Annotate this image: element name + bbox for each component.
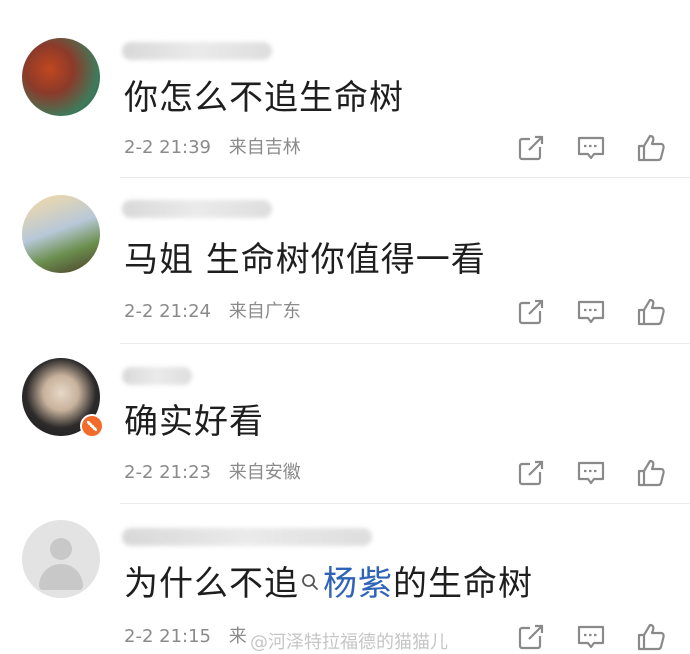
comment-actions	[516, 133, 668, 165]
share-icon[interactable]	[516, 458, 546, 488]
like-icon[interactable]	[636, 458, 666, 488]
verified-badge-icon	[80, 414, 104, 438]
like-icon[interactable]	[636, 622, 666, 652]
comment-time: 2-2 21:39	[124, 137, 211, 158]
comment-meta: 2-2 21:24 来自广东	[124, 301, 301, 323]
divider	[120, 177, 690, 178]
default-avatar-icon	[50, 538, 72, 560]
comment-actions	[516, 297, 668, 329]
comment-location: 来自广东	[228, 301, 301, 322]
comment-text-after: 的生命树	[393, 564, 533, 604]
comment-text: 确实好看	[124, 402, 264, 442]
comment-text: 你怎么不追生命树	[124, 78, 404, 118]
comment-reply-icon[interactable]	[576, 622, 606, 652]
like-icon[interactable]	[636, 133, 666, 163]
comment-time: 2-2 21:23	[124, 462, 211, 483]
comment-location: 来自吉林	[228, 137, 301, 158]
comment-text-before: 为什么不追	[124, 564, 299, 604]
topic-link[interactable]: 杨紫	[323, 564, 393, 604]
like-icon[interactable]	[636, 297, 666, 327]
share-icon[interactable]	[516, 297, 546, 327]
comment-actions	[516, 622, 668, 654]
username-blurred[interactable]	[122, 367, 192, 385]
comment-actions	[516, 458, 668, 490]
share-icon[interactable]	[516, 133, 546, 163]
comment-text: 马姐 生命树你值得一看	[124, 240, 486, 280]
username-blurred[interactable]	[122, 200, 272, 218]
comment-reply-icon[interactable]	[576, 458, 606, 488]
divider	[120, 343, 690, 344]
search-icon	[302, 573, 318, 590]
watermark: @河泽特拉福德的猫猫儿	[250, 632, 448, 653]
comment-meta: 2-2 21:23 来自安徽	[124, 462, 301, 484]
comment-meta: 2-2 21:39 来自吉林	[124, 137, 301, 159]
comment-location: 来	[228, 626, 247, 647]
user-avatar[interactable]	[22, 195, 100, 273]
divider	[120, 503, 690, 504]
comment-reply-icon[interactable]	[576, 133, 606, 163]
user-avatar[interactable]	[22, 38, 100, 116]
comment-text: 为什么不追 杨紫的生命树	[124, 564, 533, 604]
user-avatar-default[interactable]	[22, 520, 100, 598]
username-blurred[interactable]	[122, 42, 272, 60]
username-blurred[interactable]	[122, 528, 372, 546]
comment-meta: 2-2 21:15 来	[124, 626, 247, 648]
comment-location: 来自安徽	[228, 462, 301, 483]
comment-time: 2-2 21:15	[124, 626, 211, 647]
comment-time: 2-2 21:24	[124, 301, 211, 322]
comment-reply-icon[interactable]	[576, 297, 606, 327]
share-icon[interactable]	[516, 622, 546, 652]
